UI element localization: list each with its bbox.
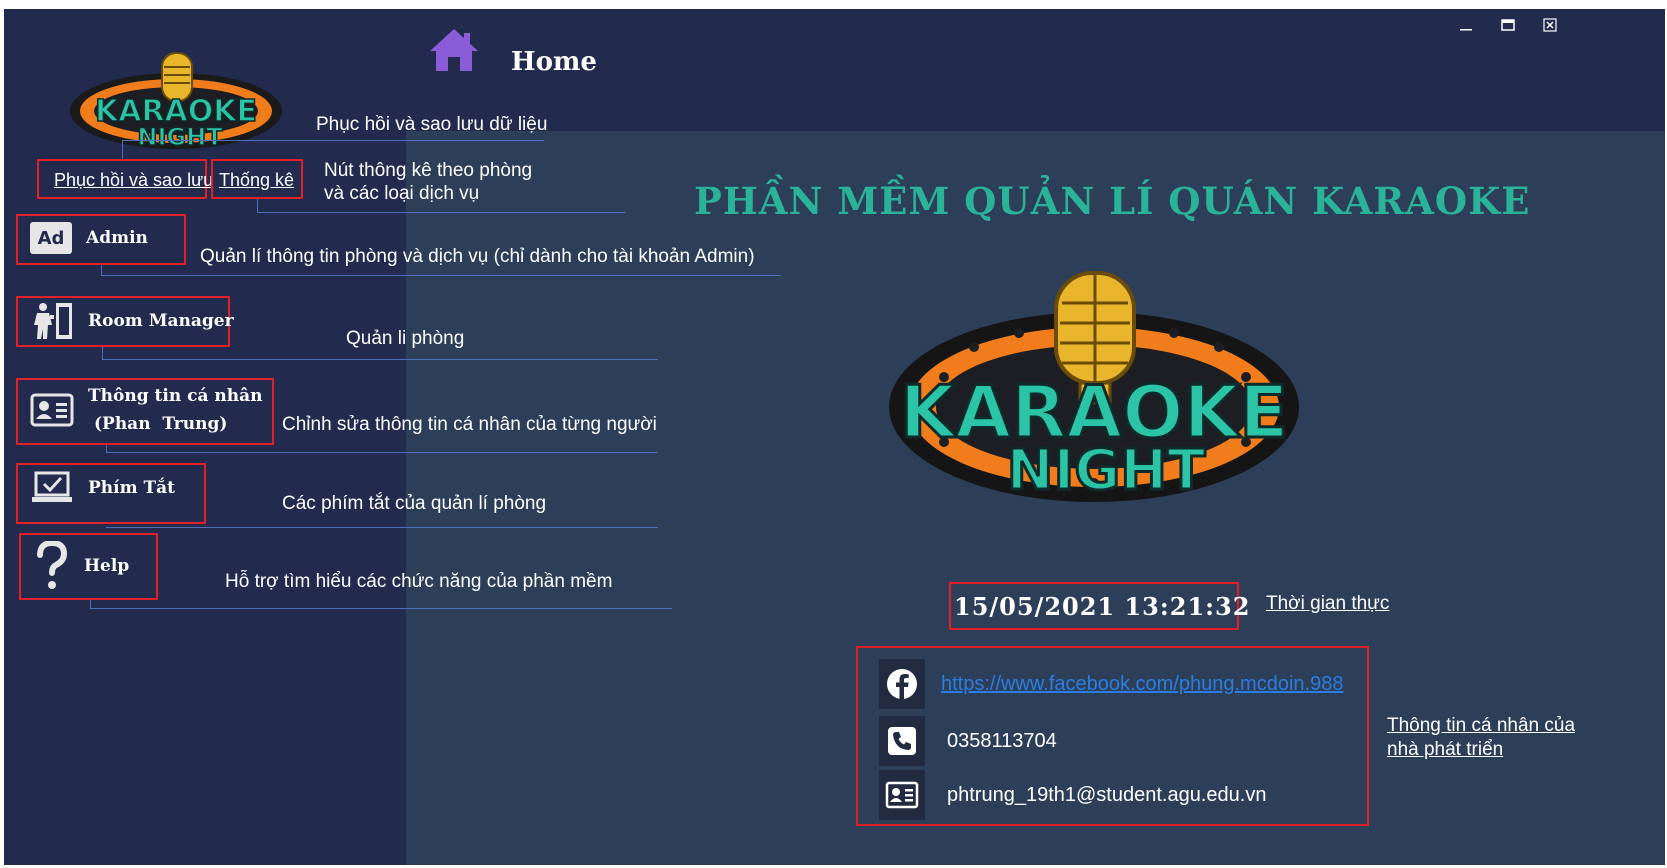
logo-large-text-night: NIGHT: [1007, 438, 1206, 503]
email-address: phtrung_19th1@student.agu.edu.vn: [947, 783, 1267, 806]
profile-button[interactable]: Thông tin cá nhân (Phan Trung): [30, 382, 262, 438]
room-manager-label: Room Manager: [88, 311, 234, 331]
facebook-icon: [879, 659, 925, 709]
page-title: Home: [511, 47, 597, 77]
logo-text-night: NIGHT: [137, 123, 223, 151]
phone-number: 0358113704: [947, 729, 1057, 752]
restore-backup-annotation: Phục hồi và sao lưu dữ liệu: [316, 114, 548, 135]
profile-label-line2: (Phan Trung): [94, 414, 228, 434]
annotation-line: [257, 199, 258, 212]
minimize-button[interactable]: [1454, 13, 1478, 37]
admin-annotation: Quản lí thông tin phòng và dịch vụ (chỉ …: [200, 246, 755, 267]
facebook-link[interactable]: https://www.facebook.com/phung.mcdoin.98…: [941, 673, 1343, 696]
help-annotation: Hỗ trợ tìm hiểu các chức năng của phần m…: [225, 571, 613, 592]
maximize-button[interactable]: [1496, 13, 1520, 37]
admin-label: Admin: [86, 228, 148, 248]
developer-annotation-line1: Thông tin cá nhân của: [1387, 715, 1576, 736]
question-icon: [37, 541, 68, 589]
annotation-line: [122, 140, 123, 159]
annotation-line: [101, 265, 102, 275]
statistics-link[interactable]: Thống kê: [219, 170, 294, 191]
help-label: Help: [84, 556, 130, 576]
annotation-line: [90, 600, 91, 608]
close-icon: [1543, 18, 1557, 32]
annotation-line: [102, 347, 103, 359]
statistics-annotation-line1: Nút thông kê theo phòng: [324, 160, 533, 181]
room-manager-button[interactable]: Room Manager: [30, 301, 234, 341]
app-main-title: PHẦN MỀM QUẢN LÍ QUÁN KARAOKE: [694, 179, 1531, 223]
minimize-icon: [1460, 29, 1472, 31]
phone-icon: [879, 716, 925, 766]
karaoke-logo-small: KARAOKE NIGHT: [64, 49, 294, 159]
profile-annotation: Chỉnh sửa thông tin cá nhân của từng ngư…: [282, 414, 657, 435]
room-manager-annotation: Quản li phòng: [346, 328, 465, 349]
laptop-check-icon: [32, 471, 72, 502]
developer-annotation-line2: nhà phát triển: [1387, 739, 1504, 760]
shortcuts-label: Phím Tắt: [88, 478, 176, 498]
karaoke-logo-large: KARAOKE NIGHT: [884, 267, 1304, 522]
annotation-line: [122, 140, 544, 141]
profile-label-line1: Thông tin cá nhân: [88, 386, 263, 406]
admin-icon-text: Ad: [37, 227, 65, 249]
shortcuts-annotation: Các phím tắt của quản lí phòng: [282, 493, 547, 514]
shortcuts-button[interactable]: Phím Tắt: [30, 471, 175, 505]
annotation-line: [102, 359, 658, 360]
admin-icon: Ad: [30, 222, 72, 254]
annotation-line: [101, 275, 781, 276]
annotation-line: [257, 212, 626, 213]
close-button[interactable]: [1538, 13, 1562, 37]
help-button[interactable]: Help: [34, 541, 129, 591]
annotation-line: [90, 608, 672, 609]
admin-button[interactable]: Ad Admin: [30, 222, 148, 254]
email-row: phtrung_19th1@student.agu.edu.vn: [879, 770, 1266, 820]
annotation-line: [106, 452, 658, 453]
id-card-icon: [30, 393, 74, 427]
realtime-clock: 15/05/2021 13:21:32: [954, 592, 1251, 621]
maximize-icon: [1501, 19, 1515, 31]
id-card-email-icon: [879, 770, 925, 820]
restore-backup-link[interactable]: Phục hồi và sao lưu: [54, 170, 213, 191]
annotation-line: [106, 527, 658, 528]
clock-annotation: Thời gian thực: [1266, 593, 1390, 614]
facebook-row: https://www.facebook.com/phung.mcdoin.98…: [879, 659, 1343, 709]
annotation-line: [106, 445, 107, 452]
home-icon: [428, 27, 480, 78]
statistics-annotation-line2: và các loại dịch vụ: [324, 183, 480, 204]
app-window: Home KARAOKE NIGHT Phục hồi và sao lưu T…: [4, 9, 1665, 865]
phone-row: 0358113704: [879, 716, 1057, 766]
room-manager-icon: [34, 303, 72, 339]
